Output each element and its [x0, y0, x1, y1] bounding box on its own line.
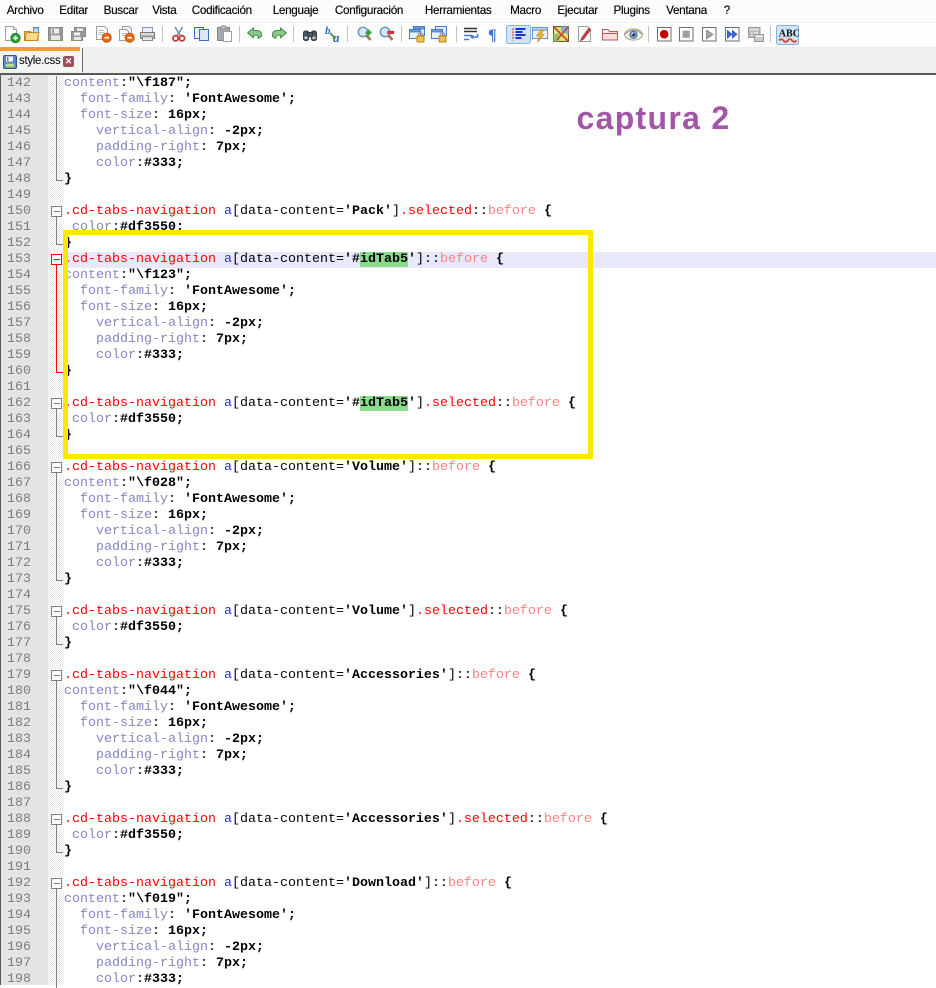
svg-text:¶: ¶ [488, 27, 497, 43]
svg-text:b: b [325, 25, 331, 37]
svg-text:ABC: ABC [779, 29, 799, 40]
